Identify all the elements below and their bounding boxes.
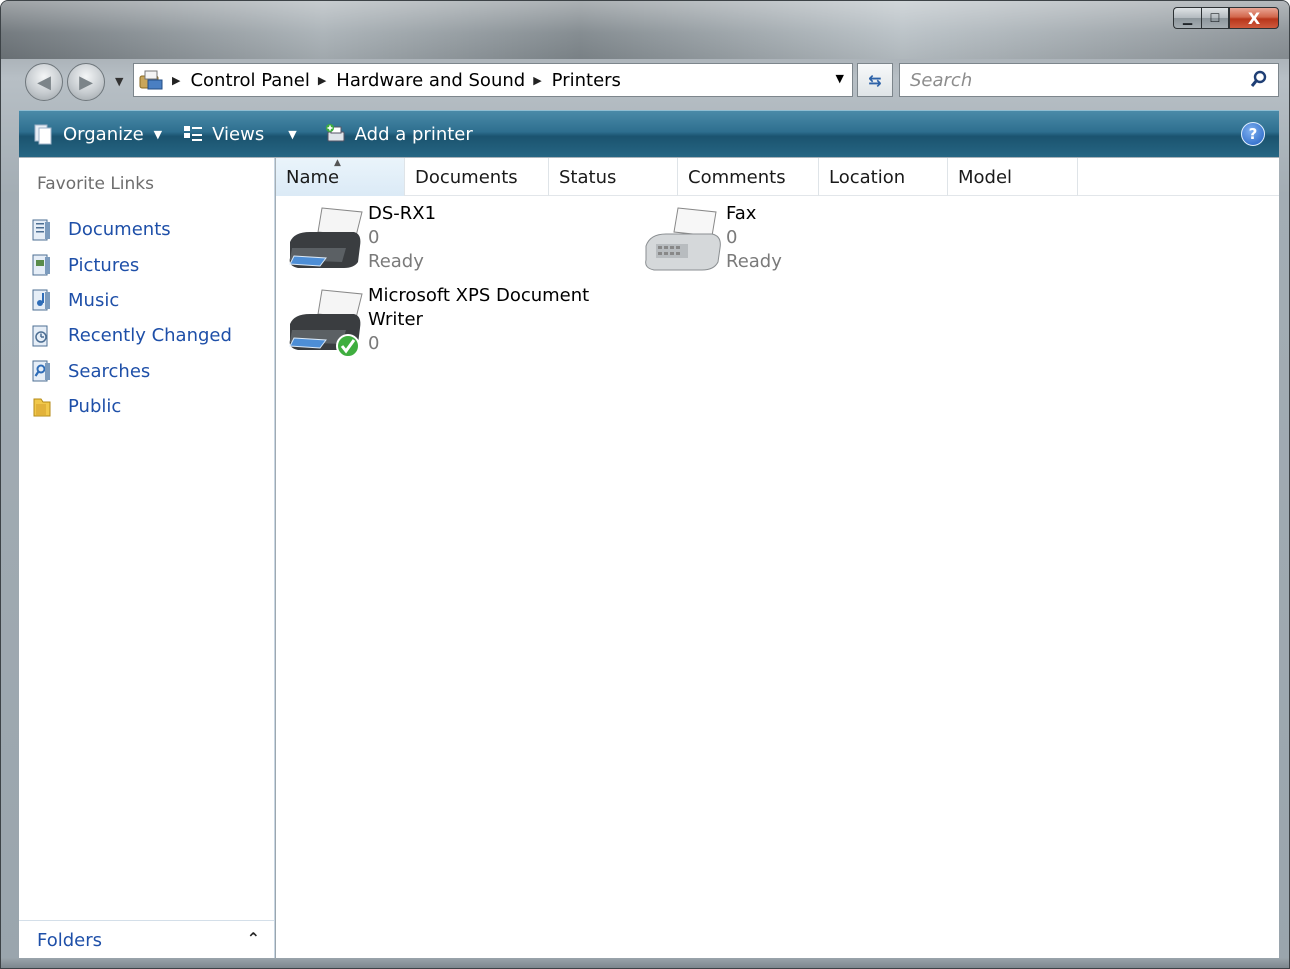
refresh-icon: ⇆ bbox=[868, 70, 882, 90]
favorite-links-heading: Favorite Links bbox=[37, 174, 155, 194]
forward-button[interactable]: ▶ bbox=[67, 63, 105, 101]
column-header-label: Model bbox=[958, 166, 1013, 188]
add-printer-icon bbox=[325, 124, 345, 142]
sidebar-item-label: Documents bbox=[68, 219, 171, 241]
close-button[interactable]: X bbox=[1229, 7, 1279, 29]
address-history-dropdown-icon[interactable]: ▼ bbox=[836, 72, 844, 85]
printer-name: Fax bbox=[726, 203, 757, 224]
help-button[interactable]: ? bbox=[1241, 122, 1265, 146]
organize-label: Organize bbox=[63, 123, 144, 145]
column-header-location[interactable]: Location bbox=[819, 158, 948, 196]
sort-ascending-icon: ▲ bbox=[334, 158, 341, 168]
favorite-links-list: Documents Pictures Music Recently Change… bbox=[31, 212, 232, 424]
column-header-name[interactable]: ▲ Name bbox=[276, 158, 405, 196]
views-icon bbox=[184, 126, 203, 141]
sidebar-item-label: Pictures bbox=[68, 254, 140, 276]
column-header-comments[interactable]: Comments bbox=[678, 158, 819, 196]
printer-name-continued: Writer bbox=[368, 309, 423, 330]
add-printer-label: Add a printer bbox=[354, 123, 473, 145]
breadcrumb-control-panel[interactable]: Control Panel bbox=[190, 70, 309, 91]
sidebar-item-searches[interactable]: Searches bbox=[31, 354, 232, 389]
breadcrumb-printers[interactable]: Printers bbox=[552, 70, 621, 91]
printer-item-microsoft-xps-document-writer[interactable]: Microsoft XPS Document Writer 0 bbox=[284, 284, 589, 364]
printer-status: Ready bbox=[368, 251, 424, 272]
recently-changed-icon bbox=[32, 325, 48, 347]
refresh-button[interactable]: ⇆ bbox=[857, 63, 893, 97]
sidebar-item-recently-changed[interactable]: Recently Changed bbox=[31, 318, 232, 353]
column-header-label: Documents bbox=[415, 166, 518, 188]
breadcrumb-separator-icon[interactable]: ▶ bbox=[318, 74, 326, 87]
sidebar-item-label: Music bbox=[68, 289, 120, 311]
chevron-up-icon: ⌃ bbox=[246, 929, 260, 948]
address-bar[interactable]: ▶ Control Panel ▶ Hardware and Sound ▶ P… bbox=[133, 63, 853, 97]
command-bar: Organize ▼ Views ▼ Add a printer ? bbox=[19, 110, 1279, 157]
printer-icon bbox=[289, 207, 363, 268]
printer-status: Ready bbox=[726, 251, 782, 272]
navigation-pane: Favorite Links Documents Pictures Music … bbox=[19, 158, 275, 960]
breadcrumb-separator-icon[interactable]: ▶ bbox=[533, 74, 541, 87]
pictures-icon bbox=[32, 254, 50, 276]
printer-name: Microsoft XPS Document bbox=[368, 285, 590, 306]
sidebar-item-documents[interactable]: Documents bbox=[31, 212, 232, 247]
printer-details: DS-RX1 0 Ready bbox=[368, 202, 436, 282]
documents-icon bbox=[32, 219, 50, 241]
window-controls: ▁ ☐ X bbox=[1173, 7, 1279, 29]
add-printer-button[interactable]: Add a printer bbox=[307, 111, 483, 157]
sidebar-item-music[interactable]: Music bbox=[31, 283, 232, 318]
printer-documents-count: 0 bbox=[368, 227, 380, 248]
maximize-button[interactable]: ☐ bbox=[1201, 7, 1229, 29]
column-header-label: Status bbox=[559, 166, 617, 188]
sidebar-item-label: Public bbox=[68, 396, 122, 418]
search-input[interactable] bbox=[908, 65, 1238, 95]
printer-details: Microsoft XPS Document Writer 0 bbox=[368, 284, 589, 364]
printer-documents-count: 0 bbox=[726, 227, 738, 248]
organize-dropdown-icon: ▼ bbox=[153, 127, 163, 141]
printer-item-ds-rx1[interactable]: DS-RX1 0 Ready bbox=[284, 202, 436, 282]
organize-icon bbox=[34, 124, 52, 145]
back-button[interactable]: ◀ bbox=[25, 63, 63, 101]
searches-icon bbox=[32, 360, 50, 382]
folders-toggle[interactable]: Folders ⌃ bbox=[19, 920, 274, 960]
recent-pages-dropdown-icon[interactable]: ▼ bbox=[115, 75, 123, 88]
explorer-window: ▁ ☐ X ◀ ▶ ▼ ▶ Control Panel ▶ Hardware a… bbox=[0, 0, 1290, 969]
sidebar-item-public[interactable]: Public bbox=[31, 389, 232, 424]
printer-documents-count: 0 bbox=[368, 333, 380, 354]
default-printer-icon bbox=[289, 289, 363, 358]
help-icon: ? bbox=[1248, 125, 1258, 143]
views-menu[interactable]: Views ▼ bbox=[172, 111, 307, 157]
breadcrumb: ▶ Control Panel ▶ Hardware and Sound ▶ P… bbox=[164, 70, 621, 91]
printer-details: Fax 0 Ready bbox=[726, 202, 782, 282]
column-header-label: Location bbox=[829, 166, 906, 188]
column-header-status[interactable]: Status bbox=[549, 158, 678, 196]
fax-icon bbox=[645, 207, 721, 271]
sidebar-item-label: Recently Changed bbox=[68, 325, 232, 347]
breadcrumb-separator-icon[interactable]: ▶ bbox=[172, 74, 180, 87]
window-bottom-border bbox=[1, 958, 1289, 968]
breadcrumb-hardware-and-sound[interactable]: Hardware and Sound bbox=[336, 70, 525, 91]
column-header-row: ▲ Name Documents Status Comments Locatio… bbox=[276, 158, 1279, 196]
column-header-label: Comments bbox=[688, 166, 786, 188]
music-icon bbox=[32, 289, 50, 311]
folders-label: Folders bbox=[37, 930, 103, 951]
search-box bbox=[899, 63, 1279, 97]
forward-arrow-icon: ▶ bbox=[79, 71, 93, 93]
sidebar-item-pictures[interactable]: Pictures bbox=[31, 247, 232, 282]
public-folder-icon bbox=[33, 398, 51, 417]
back-arrow-icon: ◀ bbox=[37, 71, 51, 93]
views-dropdown-icon[interactable]: ▼ bbox=[288, 128, 296, 141]
navigation-bar: ◀ ▶ ▼ ▶ Control Panel ▶ Hardware and Sou… bbox=[19, 61, 1279, 101]
minimize-button[interactable]: ▁ bbox=[1173, 7, 1201, 29]
sidebar-item-label: Searches bbox=[68, 360, 151, 382]
organize-menu[interactable]: Organize ▼ bbox=[19, 111, 172, 157]
title-bar[interactable]: ▁ ☐ X bbox=[1, 1, 1289, 59]
file-list-pane: ▲ Name Documents Status Comments Locatio… bbox=[276, 158, 1279, 960]
column-header-model[interactable]: Model bbox=[948, 158, 1078, 196]
column-header-documents[interactable]: Documents bbox=[405, 158, 549, 196]
printers-folder-icon bbox=[138, 68, 164, 92]
printer-item-fax[interactable]: Fax 0 Ready bbox=[642, 202, 782, 282]
printer-name: DS-RX1 bbox=[368, 203, 437, 224]
column-header-label: Name bbox=[286, 166, 340, 188]
views-label: Views bbox=[212, 123, 265, 145]
search-icon[interactable] bbox=[1250, 70, 1268, 90]
